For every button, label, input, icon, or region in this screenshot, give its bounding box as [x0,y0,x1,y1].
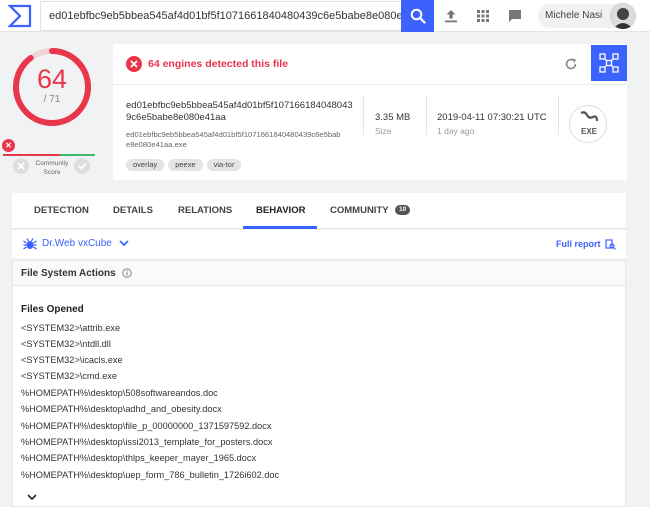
file-system-actions-section: File System Actions Files Opened <SYSTEM… [12,260,626,507]
exe-file-icon [580,111,599,122]
expand-chevron-icon[interactable] [27,494,37,501]
file-opened-item: %HOMEPATH%\desktop\uep_form_786_bulletin… [21,470,280,480]
avatar[interactable] [610,3,636,29]
bug-icon [23,238,37,250]
section-header: File System Actions [13,261,625,286]
community-score-bar-positive [60,154,95,156]
file-hash[interactable]: ed01ebfbc9eb5bbea545af4d01bf5f1071661840… [126,100,353,124]
files-opened-title: Files Opened [21,304,84,315]
virustotal-logo-icon[interactable] [7,3,33,29]
tag-chip[interactable]: overlay [126,159,165,171]
analysis-date: 2019-04-11 07:30:21 UTC [437,112,547,123]
detection-count: 64 [36,64,68,94]
tab-relations[interactable]: RELATIONS [178,193,232,229]
tab-community-label: COMMUNITY [330,205,389,216]
file-opened-item: %HOMEPATH%\desktop\issi2013_template_for… [21,437,273,447]
tab-detection[interactable]: DETECTION [34,193,89,229]
file-opened-item: <SYSTEM32>\cmd.exe [21,371,118,381]
file-name: ed01ebfbc9eb5bbea545af4d01bf5f1071661840… [126,130,341,149]
upload-icon[interactable] [442,7,460,25]
file-size-value: 3.35 MB [375,112,411,123]
score-panel: 64 / 71 ✕ Community Score [0,32,104,192]
active-tab-indicator [243,226,317,229]
tab-details[interactable]: DETAILS [113,193,153,229]
tab-bar: DETECTION DETAILS RELATIONS BEHAVIOR COM… [12,193,626,229]
community-score-label: Community Score [35,160,69,176]
search-icon [410,8,426,24]
community-count-badge: 10 [395,205,411,216]
alert-text: 64 engines detected this file [148,58,289,70]
file-opened-item: %HOMEPATH%\desktop\thlps_keeper_mayer_19… [21,453,257,463]
file-opened-item: <SYSTEM32>\icacls.exe [21,355,123,365]
file-tags: overlay peexe via-tor [126,154,245,172]
apps-grid-icon[interactable] [474,7,492,25]
file-type-label: EXE [580,127,597,136]
graph-view-button[interactable] [591,45,627,81]
user-name: Michele Nasi [545,10,603,21]
tag-chip[interactable]: peexe [168,159,203,171]
graph-network-icon [599,53,619,73]
tag-chip[interactable]: via-tor [206,159,242,171]
file-opened-item: %HOMEPATH%\desktop\adhd_and_obesity.docx [21,404,222,414]
tab-community[interactable]: COMMUNITY 10 [330,193,411,229]
divider [558,95,559,135]
user-avatar-icon [610,3,636,29]
file-type-badge: EXE [569,105,607,143]
file-opened-item: %HOMEPATH%\desktop\file_p_00000000_13715… [21,421,272,431]
info-icon[interactable] [122,268,133,278]
file-info-card: ed01ebfbc9eb5bbea545af4d01bf5f1071661840… [113,84,627,180]
reanalyze-icon[interactable] [564,57,578,71]
upvote-icon[interactable] [74,158,90,174]
report-icon[interactable] [605,239,616,250]
community-x-marker: ✕ [2,139,15,152]
alert-icon [126,56,142,72]
section-title: File System Actions [21,268,116,279]
detection-total: / 71 [43,94,61,105]
file-size-label: Size [375,126,392,136]
divider [426,95,427,135]
sandbox-selector-row: Dr.Web vxCube Full report [12,230,626,258]
search-input[interactable]: ed01ebfbc9eb5bbea545af4d01bf5f1071661840… [40,1,427,31]
top-bar: ed01ebfbc9eb5bbea545af4d01bf5f1071661840… [0,0,650,32]
divider [363,95,364,135]
sandbox-select[interactable]: Dr.Web vxCube [42,238,112,249]
file-opened-item: %HOMEPATH%\desktop\508softwareandos.doc [21,388,218,398]
chevron-down-icon[interactable] [119,240,129,247]
tab-behavior[interactable]: BEHAVIOR [256,193,305,229]
messages-icon[interactable] [506,7,524,25]
search-button[interactable] [401,0,434,32]
detection-alert: 64 engines detected this file [113,44,627,84]
full-report-link[interactable]: Full report [556,239,601,249]
file-opened-item: <SYSTEM32>\ntdll.dll [21,339,111,349]
analysis-relative-date: 1 day ago [437,126,475,136]
file-opened-item: <SYSTEM32>\attrib.exe [21,323,121,333]
downvote-icon[interactable] [13,158,29,174]
